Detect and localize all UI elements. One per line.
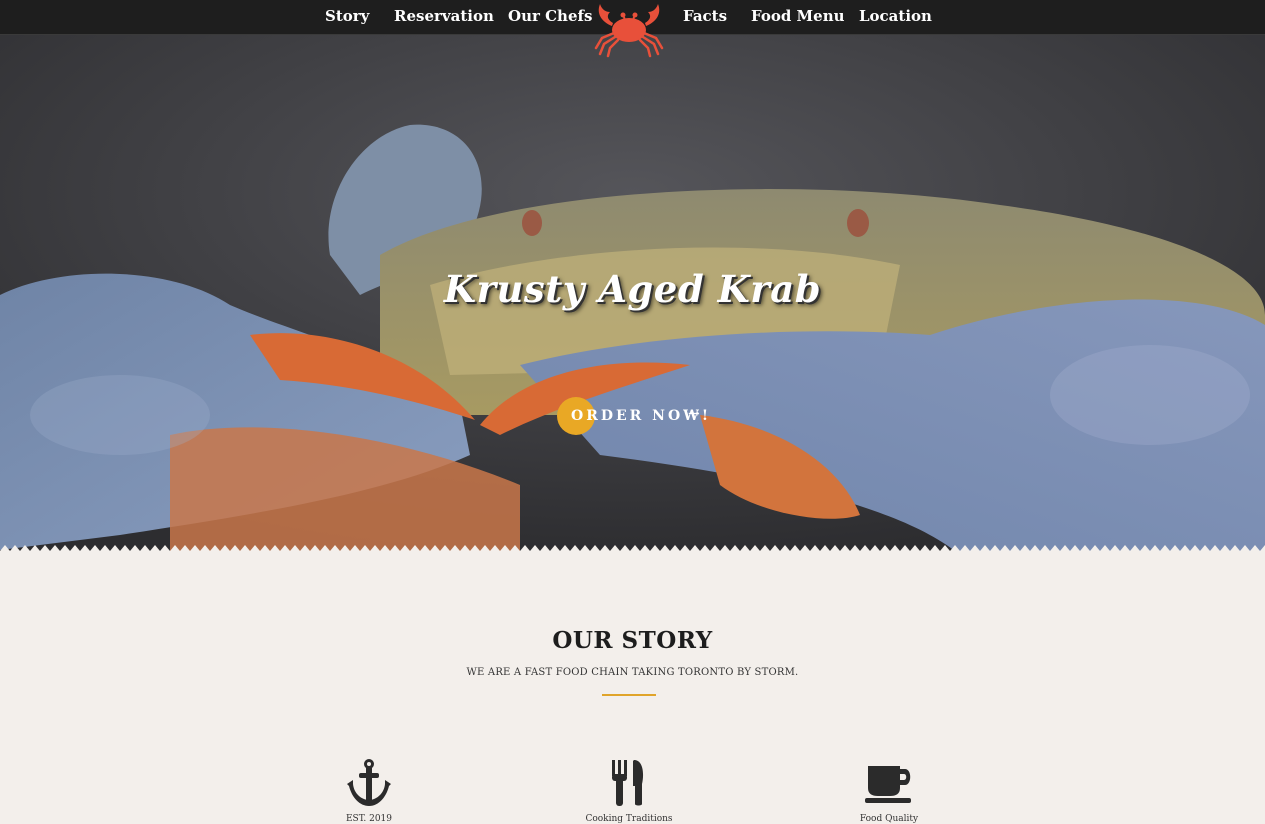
hero-banner: Krusty Aged Krab ORDER NOW! → — [0, 35, 1265, 560]
feature-label: EST. 2019 — [345, 814, 393, 824]
nav-reservation[interactable]: Reservation — [394, 7, 494, 25]
hero-title: Krusty Aged Krab — [443, 267, 822, 311]
story-subtitle: WE ARE A FAST FOOD CHAIN TAKING TORONTO … — [466, 667, 799, 678]
feature-label: Cooking Traditions — [585, 814, 673, 824]
nav-facts[interactable]: Facts — [683, 7, 727, 25]
order-now-button[interactable]: ORDER NOW! → — [557, 397, 727, 435]
nav-location[interactable]: Location — [859, 7, 932, 25]
feature-label: Food Quality — [859, 814, 919, 824]
heading-divider — [602, 694, 656, 696]
nav-story[interactable]: Story — [325, 7, 369, 25]
feature-established: EST. 2019 — [269, 758, 469, 824]
nav-our-chefs[interactable]: Our Chefs — [508, 7, 592, 25]
cutlery-icon — [612, 760, 644, 806]
coffee-cup-icon — [865, 766, 911, 803]
anchor-icon — [347, 759, 391, 806]
arrow-right-icon: → — [688, 406, 700, 422]
crab-logo-icon[interactable] — [590, 0, 668, 58]
feature-cooking-traditions: Cooking Traditions — [529, 758, 729, 824]
nav-food-menu[interactable]: Food Menu — [751, 7, 845, 25]
story-heading: OUR STORY — [552, 627, 713, 654]
feature-food-quality: Food Quality — [789, 758, 989, 824]
